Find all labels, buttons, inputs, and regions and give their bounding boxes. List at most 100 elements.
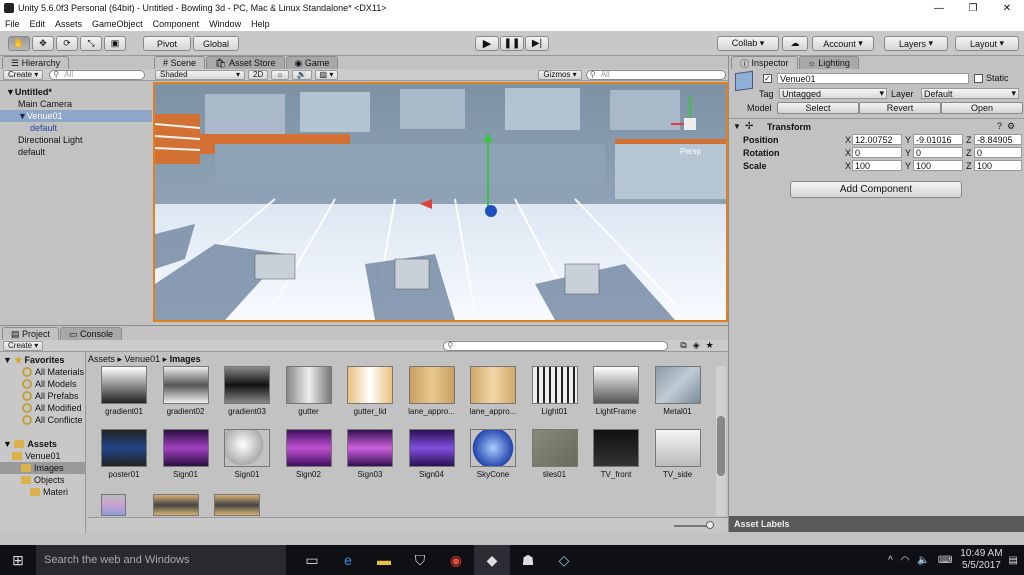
asset-tile[interactable]: SkyCone — [463, 429, 523, 479]
favorite-item[interactable]: All Conflicte — [22, 414, 83, 426]
chrome-icon[interactable]: ◉ — [438, 545, 474, 575]
foldout-icon[interactable]: ▼ — [18, 111, 27, 121]
pause-icon[interactable]: ❚❚ — [500, 36, 524, 51]
asset-tile[interactable]: gradient01 — [94, 366, 154, 416]
menu-file[interactable]: File — [0, 19, 25, 29]
global-button[interactable]: Global — [193, 36, 239, 51]
file-explorer-icon[interactable]: ▬ — [366, 545, 402, 575]
scene-search-input[interactable]: All — [585, 69, 726, 80]
tab-lighting[interactable]: ☼ Lighting — [798, 56, 859, 69]
asset-tile[interactable]: gradient03 — [217, 366, 277, 416]
gizmos-dropdown[interactable]: Gizmos ▾ — [538, 69, 582, 80]
clock[interactable]: 10:49 AM 5/5/2017 — [960, 548, 1002, 572]
maximize-icon[interactable]: ❐ — [956, 0, 990, 16]
favorite-item[interactable]: All Materials — [22, 366, 84, 378]
transform-foldout-icon[interactable]: ▼ — [733, 122, 741, 131]
layer-dropdown[interactable]: Default ▾ — [921, 88, 1019, 99]
mode-2d-button[interactable]: 2D — [248, 69, 269, 80]
project-create-button[interactable]: Create ▾ — [3, 340, 44, 351]
favorite-item[interactable]: All Models — [22, 378, 77, 390]
breadcrumb-venue01[interactable]: Venue01 — [125, 354, 161, 364]
asset-tile[interactable]: tiles01 — [525, 429, 585, 479]
layout-button[interactable]: Layout ▾ — [955, 36, 1019, 51]
hierarchy-item[interactable]: ▼ Untitled* — [0, 86, 152, 98]
tab-console[interactable]: ▭ Console — [60, 327, 123, 340]
scale-y-field[interactable]: 100 — [913, 160, 963, 171]
notifications-icon[interactable]: ▤ — [1009, 555, 1018, 566]
folder-tree-item[interactable]: Objects — [0, 474, 85, 486]
foldout-icon[interactable]: ▼ — [6, 87, 15, 97]
account-button[interactable]: Account ▾ — [812, 36, 874, 51]
add-component-button[interactable]: Add Component — [790, 181, 962, 198]
breadcrumb-images[interactable]: Images — [170, 354, 201, 364]
hand-tool-icon[interactable]: ✋ — [8, 36, 30, 51]
scale-z-field[interactable]: 100 — [974, 160, 1022, 171]
effects-toggle-icon[interactable]: ▨ ▾ — [314, 69, 339, 80]
model-revert-button[interactable]: Revert — [859, 102, 941, 114]
app-icon[interactable]: ☗ — [510, 545, 546, 575]
tab-inspector[interactable]: ⓘ Inspector — [731, 56, 798, 69]
asset-tile[interactable]: Sign04 — [402, 429, 462, 479]
close-icon[interactable]: ✕ — [990, 0, 1024, 16]
asset-tile[interactable]: Sign03 — [340, 429, 400, 479]
layers-button[interactable]: Layers ▾ — [884, 36, 948, 51]
tab-game[interactable]: ◉ Game — [285, 56, 339, 69]
hierarchy-item[interactable]: default — [0, 146, 152, 158]
favorites-section[interactable]: ▼ ★ Favorites — [3, 354, 65, 366]
asset-tile[interactable]: gutter — [279, 366, 339, 416]
task-view-icon[interactable]: ▭ — [294, 545, 330, 575]
scrollbar-thumb[interactable] — [717, 416, 725, 476]
help-icon[interactable]: ? — [997, 121, 1002, 131]
tab-project[interactable]: ▤ Project — [2, 327, 60, 340]
scale-tool-icon[interactable]: ⤡ — [80, 36, 102, 51]
project-search-input[interactable] — [443, 340, 669, 351]
breadcrumb-assets[interactable]: Assets — [88, 354, 115, 364]
asset-tile[interactable]: LightFrame — [586, 366, 646, 416]
hierarchy-item[interactable]: Directional Light — [0, 134, 152, 146]
model-select-button[interactable]: Select — [777, 102, 859, 114]
asset-thumbnail[interactable] — [101, 494, 126, 516]
settings-gear-icon[interactable]: ⚙ — [1007, 121, 1015, 132]
windows-start-icon[interactable]: ⊞ — [0, 545, 36, 575]
hierarchy-create-button[interactable]: Create ▾ — [3, 69, 44, 80]
app-icon[interactable]: ◇ — [546, 545, 582, 575]
asset-tile[interactable]: poster01 — [94, 429, 154, 479]
filter-label-icon[interactable]: ◈ — [693, 340, 700, 351]
asset-tile[interactable]: lane_appro... — [463, 366, 523, 416]
static-checkbox[interactable] — [974, 74, 983, 83]
favorite-star-icon[interactable]: ★ — [706, 340, 714, 351]
minimize-icon[interactable]: — — [922, 0, 956, 16]
favorite-item[interactable]: All Prefabs — [22, 390, 79, 402]
move-tool-icon[interactable]: ✥ — [32, 36, 54, 51]
asset-tile[interactable]: Light01 — [525, 366, 585, 416]
position-y-field[interactable]: -9.01016 — [913, 134, 963, 145]
menu-edit[interactable]: Edit — [25, 19, 51, 29]
folder-tree-item[interactable]: Images — [0, 462, 85, 474]
unity-app-icon[interactable]: ◆ — [474, 545, 510, 575]
asset-tile[interactable]: gradient02 — [156, 366, 216, 416]
rotation-x-field[interactable]: 0 — [852, 147, 902, 158]
slider-handle[interactable] — [706, 521, 714, 529]
active-checkbox[interactable]: ✓ — [763, 74, 772, 83]
scale-x-field[interactable]: 100 — [852, 160, 902, 171]
step-icon[interactable]: ▶| — [525, 36, 549, 51]
menu-assets[interactable]: Assets — [50, 19, 87, 29]
tab-hierarchy[interactable]: ☰ Hierarchy — [2, 56, 70, 69]
asset-tile[interactable]: TV_side — [648, 429, 708, 479]
hierarchy-item[interactable]: Main Camera — [0, 98, 152, 110]
hierarchy-search-input[interactable]: All — [49, 69, 146, 80]
asset-tile[interactable]: Sign01 — [156, 429, 216, 479]
asset-thumbnail[interactable] — [152, 494, 199, 516]
rect-tool-icon[interactable]: ▣ — [104, 36, 126, 51]
store-icon[interactable]: ⛉ — [402, 545, 438, 575]
asset-tile[interactable]: Sign02 — [279, 429, 339, 479]
model-open-button[interactable]: Open — [941, 102, 1023, 114]
lighting-toggle-icon[interactable]: ☼ — [271, 69, 289, 80]
position-z-field[interactable]: -8.84905 — [974, 134, 1022, 145]
folder-tree-item[interactable]: Materi — [0, 486, 85, 498]
collab-button[interactable]: Collab ▾ — [717, 36, 779, 51]
tab-scene[interactable]: # Scene — [154, 56, 206, 69]
asset-labels-bar[interactable]: Asset Labels — [729, 516, 1024, 532]
asset-tile[interactable]: lane_appro... — [402, 366, 462, 416]
scene-viewport[interactable]: Persp — [153, 82, 728, 322]
